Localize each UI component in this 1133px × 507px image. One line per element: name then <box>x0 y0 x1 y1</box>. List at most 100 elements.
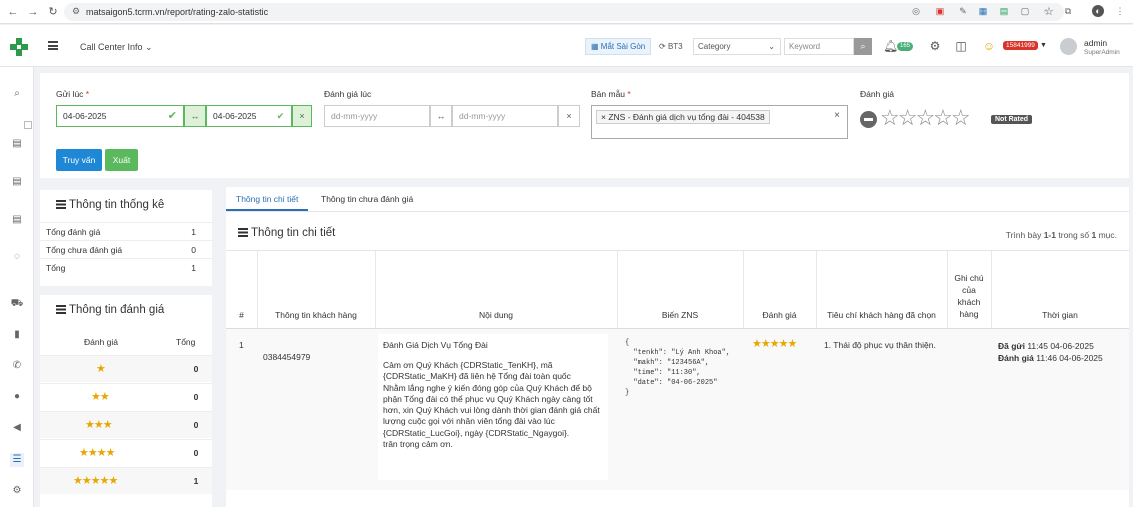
filter-panel: Gửi lúc * 04-06-2025 ✔ ↔ 04-06-2025 ✔ × … <box>40 73 1129 178</box>
column-header-rating: Đánh giá <box>762 310 797 320</box>
call-center-menu[interactable]: Call Center Info ⌄ <box>80 42 153 53</box>
category-select[interactable]: Category ⌄ <box>693 38 781 55</box>
extension-icon[interactable]: ▦ <box>977 5 989 17</box>
rated-time-label: Đánh giá <box>998 353 1034 363</box>
app-logo-icon[interactable] <box>10 38 28 56</box>
avatar[interactable] <box>1060 38 1077 55</box>
bell-icon[interactable]: 🔔︎ <box>883 39 898 53</box>
document-icon[interactable]: ▤ <box>10 137 24 151</box>
sent-to-value: 04-06-2025 <box>213 111 257 121</box>
reload-icon[interactable]: ↻ <box>46 5 60 19</box>
tab-divider <box>226 211 1129 212</box>
url-text: matsaigon5.tcrm.vn/report/rating-zalo-st… <box>86 7 269 17</box>
rated-to-input[interactable]: dd-mm-yyyy <box>452 105 558 127</box>
detail-table: # Thông tin khách hàng Nội dung Biến ZNS… <box>226 250 1129 507</box>
user-role: SuperAdmin <box>1084 49 1120 56</box>
sent-at-label: Gửi lúc * <box>56 89 90 99</box>
sidebar-collapse-toggle[interactable] <box>24 121 32 129</box>
forward-icon[interactable]: → <box>26 5 40 19</box>
stats-row: Tổng đánh giá 1 <box>40 222 212 240</box>
clear-rated-button[interactable]: × <box>558 105 580 127</box>
clear-template-icon[interactable]: × <box>834 110 840 121</box>
user-icon[interactable]: ● <box>10 390 24 404</box>
detail-title: Thông tin chi tiết <box>238 227 335 239</box>
query-button[interactable]: Truy vấn <box>56 149 102 171</box>
stats-row: Tổng chưa đánh giá 0 <box>40 240 212 258</box>
stats-row: Tổng 1 <box>40 258 212 276</box>
column-header-customer: Thông tin khách hàng <box>275 310 357 320</box>
gears-icon[interactable]: ⚙ <box>10 484 24 498</box>
extension-icon[interactable]: ✎ <box>957 5 969 17</box>
chevron-down-icon: ⌄ <box>768 42 775 51</box>
phone-icon[interactable]: ✆ <box>10 359 24 373</box>
megaphone-icon[interactable]: ◀ <box>10 421 24 435</box>
search-icon[interactable]: ⌕ <box>10 87 24 101</box>
search-button[interactable]: ⌕ <box>854 38 872 55</box>
extension-icon[interactable]: ▢ <box>1019 5 1031 17</box>
rating-row: ★★★★★ 1 <box>40 467 212 494</box>
smiley-icon[interactable]: ☺ <box>982 39 996 53</box>
extension-icon[interactable]: ▤ <box>998 5 1010 17</box>
menu-toggle-icon[interactable] <box>48 41 58 50</box>
tab-unrated[interactable]: Thông tin chưa đánh giá <box>311 187 423 211</box>
caret-down-icon[interactable]: ▼ <box>1040 42 1047 49</box>
range-arrow-icon: ↔ <box>184 105 206 127</box>
tab-detail[interactable]: Thông tin chi tiết <box>226 187 309 211</box>
column-header-number: # <box>239 310 244 320</box>
keyword-input[interactable]: Keyword <box>784 38 854 55</box>
search-icon: ⌕ <box>860 41 866 51</box>
column-header-time: Thời gian <box>1042 310 1078 320</box>
extension-icon[interactable]: ▣ <box>934 5 946 17</box>
column-header-zns: Biến ZNS <box>661 310 699 320</box>
report-list-icon[interactable]: ☰ <box>10 453 24 467</box>
content-body: Cảm ơn Quý Khách {CDRStatic_TenKH}, mã {… <box>383 360 600 450</box>
list-icon <box>238 228 248 237</box>
user-name[interactable]: admin <box>1084 38 1107 48</box>
sent-from-value: 04-06-2025 <box>63 111 107 121</box>
site-settings-icon[interactable]: ⚙ <box>72 6 80 17</box>
rated-from-input[interactable]: dd-mm-yyyy <box>324 105 430 127</box>
rating-stars-input[interactable]: ☆☆☆☆☆ <box>880 104 971 132</box>
gear-icon[interactable]: ⚙ <box>928 39 942 53</box>
clear-rating-icon[interactable] <box>860 111 877 128</box>
chevron-down-icon: ⌄ <box>145 42 153 52</box>
rating-summary-title: Thông tin đánh giá <box>56 304 164 316</box>
site-label: Mắt Sài Gòn <box>600 42 646 51</box>
balance-badge[interactable]: 15841999 <box>1003 41 1038 50</box>
call-center-label: Call Center Info <box>80 42 143 52</box>
template-select[interactable]: × ZNS - Đánh giá dịch vụ tổng đài - 4045… <box>591 105 848 139</box>
extensions-puzzle-icon[interactable]: ⧉ <box>1062 5 1074 17</box>
stats-title: Thông tin thống kê <box>56 199 164 211</box>
sidebar: ⌕ ▤ ▤ ▤ ◌ ⛟ ▮ ✆ ● ◀ ☰ ⚙ <box>0 67 34 507</box>
sent-from-input[interactable]: 04-06-2025 ✔ <box>56 105 184 127</box>
browser-menu-icon[interactable]: ⋮ <box>1114 5 1126 17</box>
profile-icon[interactable]: ◐ <box>1092 5 1104 17</box>
bt3-button[interactable]: ⟳ BT3 <box>655 38 687 55</box>
template-tag[interactable]: × ZNS - Đánh giá dịch vụ tổng đài - 4045… <box>596 110 770 124</box>
document-icon[interactable]: ▤ <box>10 213 24 227</box>
detail-panel: Thông tin chi tiết Thông tin chưa đánh g… <box>226 187 1129 507</box>
row-rating-stars: ★★★★★ <box>752 338 797 350</box>
sent-time-value: 11:45 04-06-2025 <box>1027 341 1094 351</box>
rating-row: ★★★ 0 <box>40 411 212 438</box>
chat-icon[interactable]: ◌ <box>10 250 24 264</box>
extension-icon[interactable]: ◌ <box>1040 5 1052 17</box>
bookmark-icon[interactable]: ▮ <box>10 328 24 342</box>
clear-sent-button[interactable]: × <box>292 105 312 127</box>
site-button[interactable]: ▦ Mắt Sài Gòn <box>585 38 652 55</box>
rated-to-placeholder: dd-mm-yyyy <box>459 111 506 121</box>
cart-icon[interactable]: ⛟ <box>10 297 24 311</box>
document-icon[interactable]: ▤ <box>10 175 24 189</box>
list-icon <box>56 200 66 209</box>
keyword-placeholder: Keyword <box>789 42 821 51</box>
customer-phone: 0384454979 <box>263 352 311 362</box>
rating-column-header: Đánh giá <box>84 337 119 347</box>
check-icon: ✔ <box>167 110 177 122</box>
notification-count: 165 <box>897 42 914 51</box>
book-icon[interactable]: ◫ <box>954 39 968 53</box>
export-button[interactable]: Xuất <box>105 149 138 171</box>
rated-time-value: 11:46 04-06-2025 <box>1036 353 1103 363</box>
back-icon[interactable]: ← <box>6 5 20 19</box>
extension-icon[interactable]: ◎ <box>910 5 922 17</box>
rating-status-badge: Not Rated <box>991 115 1033 124</box>
